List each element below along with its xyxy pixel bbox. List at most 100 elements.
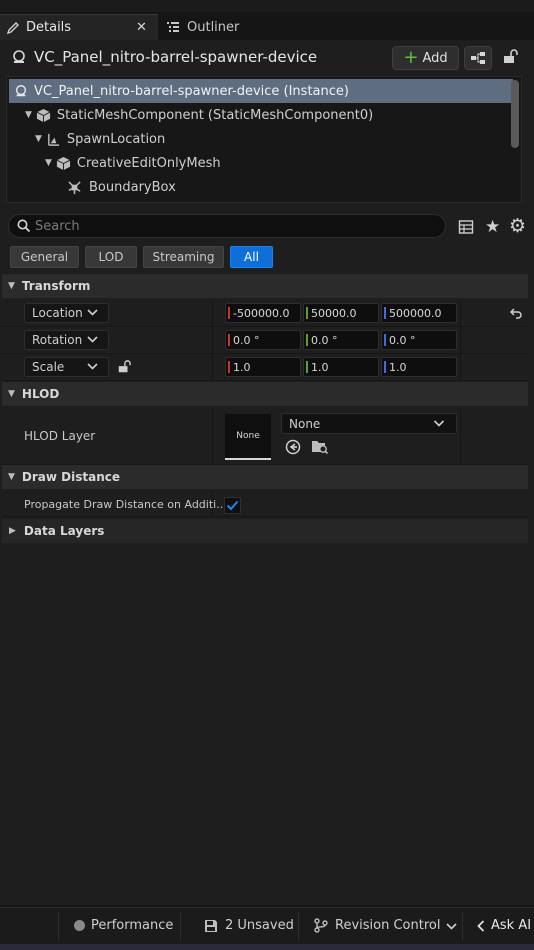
chevron-down-icon[interactable]: ▼ (25, 110, 32, 120)
save-icon (204, 919, 218, 933)
location-y-value: 50000.0 (311, 306, 357, 320)
ask-ai-button[interactable]: Ask AI (477, 907, 531, 944)
location-label: Location (32, 306, 83, 320)
chevron-down-icon: ▼ (8, 389, 15, 399)
performance-button[interactable]: Performance (74, 907, 173, 944)
taskbar-strip (0, 944, 534, 950)
location-dropdown[interactable]: Location (24, 303, 109, 323)
rotation-z-field[interactable]: 0.0 ° (381, 330, 457, 350)
chevron-left-icon (477, 919, 485, 932)
y-axis-marker (306, 361, 308, 373)
scale-z-value: 1.0 (389, 360, 407, 374)
box-component-icon (67, 180, 82, 195)
revision-control-button[interactable]: Revision Control (314, 907, 458, 944)
rotation-y-value: 0.0 ° (311, 333, 338, 347)
scale-dropdown[interactable]: Scale (24, 357, 109, 377)
location-x-field[interactable]: -500000.0 (225, 303, 301, 323)
ask-ai-label: Ask AI (491, 918, 532, 933)
tree-item-label: StaticMeshComponent (StaticMeshComponent… (56, 107, 374, 123)
chevron-down-icon: ▼ (8, 281, 15, 291)
status-separator (298, 912, 299, 940)
hlod-layer-dropdown[interactable]: None (281, 413, 457, 434)
hierarchy-icon (470, 51, 486, 65)
search-input[interactable]: Search (8, 214, 446, 238)
performance-label: Performance (91, 918, 174, 933)
location-y-field[interactable]: 50000.0 (303, 303, 379, 323)
search-placeholder: Search (35, 218, 80, 234)
location-z-field[interactable]: 500000.0 (381, 303, 457, 323)
filter-streaming[interactable]: Streaming (143, 246, 224, 268)
tree-scrollbar[interactable] (511, 80, 519, 148)
tree-item-instance[interactable]: VC_Panel_nitro-barrel-spawner-device (In… (9, 79, 513, 103)
chevron-right-icon: ▶ (9, 526, 16, 536)
section-label: HLOD (21, 387, 60, 401)
section-label: Draw Distance (21, 470, 121, 484)
unsaved-button[interactable]: 2 Unsaved (204, 907, 294, 944)
propagate-checkbox[interactable] (224, 497, 241, 514)
search-icon (17, 219, 31, 233)
lock-open-icon[interactable] (502, 49, 518, 65)
propagate-label: Propagate Draw Distance on Additi... (24, 498, 227, 511)
hlod-layer-label: HLOD Layer (24, 429, 96, 443)
rotation-z-value: 0.0 ° (389, 333, 416, 347)
tree-item-creative-mesh[interactable]: ▼ CreativeEditOnlyMesh (7, 151, 511, 175)
column-divider (460, 408, 461, 465)
scale-y-field[interactable]: 1.0 (303, 357, 379, 377)
actor-title: VC_Panel_nitro-barrel-spawner-device (34, 48, 318, 66)
status-separator (462, 912, 463, 940)
star-icon[interactable]: ★ (485, 217, 500, 237)
section-draw-distance[interactable]: ▼ Draw Distance (2, 465, 528, 489)
use-selected-icon[interactable] (285, 439, 301, 455)
location-x-value: -500000.0 (233, 306, 290, 320)
scale-x-field[interactable]: 1.0 (225, 357, 301, 377)
tab-details[interactable]: Details ✕ (0, 14, 158, 40)
section-transform[interactable]: ▼ Transform (2, 274, 528, 298)
z-axis-marker (384, 361, 386, 373)
browse-asset-icon[interactable] (311, 438, 329, 455)
property-matrix-icon[interactable] (458, 219, 474, 235)
performance-icon (74, 920, 85, 931)
tab-outliner-label: Outliner (187, 19, 240, 35)
spawn-point-icon (46, 132, 61, 147)
section-data-layers[interactable]: ▶ Data Layers (2, 519, 528, 543)
filter-all[interactable]: All (230, 246, 273, 268)
tree-item-static-mesh[interactable]: ▼ StaticMeshComponent (StaticMeshCompone… (7, 103, 511, 127)
tree-item-spawn-location[interactable]: ▼ SpawnLocation (7, 127, 511, 151)
close-icon[interactable]: ✕ (136, 20, 147, 35)
chevron-down-icon (87, 360, 98, 372)
scale-z-field[interactable]: 1.0 (381, 357, 457, 377)
revision-label: Revision Control (335, 918, 441, 933)
section-hlod[interactable]: ▼ HLOD (2, 382, 528, 406)
filter-lod[interactable]: LOD (85, 246, 137, 268)
tree-item-label: VC_Panel_nitro-barrel-spawner-device (In… (34, 83, 349, 99)
tree-item-boundary-box[interactable]: BoundaryBox (7, 175, 511, 199)
lock-open-icon[interactable] (117, 360, 131, 374)
blueprint-button[interactable] (464, 46, 492, 70)
hlod-dropdown-value: None (289, 416, 321, 431)
rotation-dropdown[interactable]: Rotation (24, 330, 109, 350)
rotation-y-field[interactable]: 0.0 ° (303, 330, 379, 350)
add-label: Add (422, 50, 448, 66)
scale-y-value: 1.0 (311, 360, 329, 374)
tab-outliner[interactable]: Outliner (160, 14, 280, 40)
tree-item-label: CreativeEditOnlyMesh (76, 155, 221, 171)
chevron-down-icon (87, 306, 98, 318)
y-axis-marker (306, 307, 308, 319)
tab-details-label: Details (26, 20, 72, 35)
chevron-down-icon[interactable]: ▼ (45, 158, 52, 168)
status-separator (58, 912, 59, 940)
rotation-x-field[interactable]: 0.0 ° (225, 330, 301, 350)
add-component-button[interactable]: + Add (392, 46, 459, 70)
reset-icon[interactable] (510, 307, 523, 319)
hlod-thumbnail[interactable]: None (225, 414, 271, 460)
filter-general[interactable]: General (10, 246, 79, 268)
plus-icon: + (403, 47, 419, 68)
gear-icon[interactable]: ⚙ (509, 215, 526, 237)
location-z-value: 500000.0 (389, 306, 442, 320)
rotation-label: Rotation (32, 333, 83, 347)
actor-icon (11, 49, 27, 65)
status-separator (180, 912, 181, 940)
chevron-down-icon[interactable]: ▼ (35, 134, 42, 144)
x-axis-marker (228, 361, 230, 373)
cube-icon (56, 156, 71, 171)
